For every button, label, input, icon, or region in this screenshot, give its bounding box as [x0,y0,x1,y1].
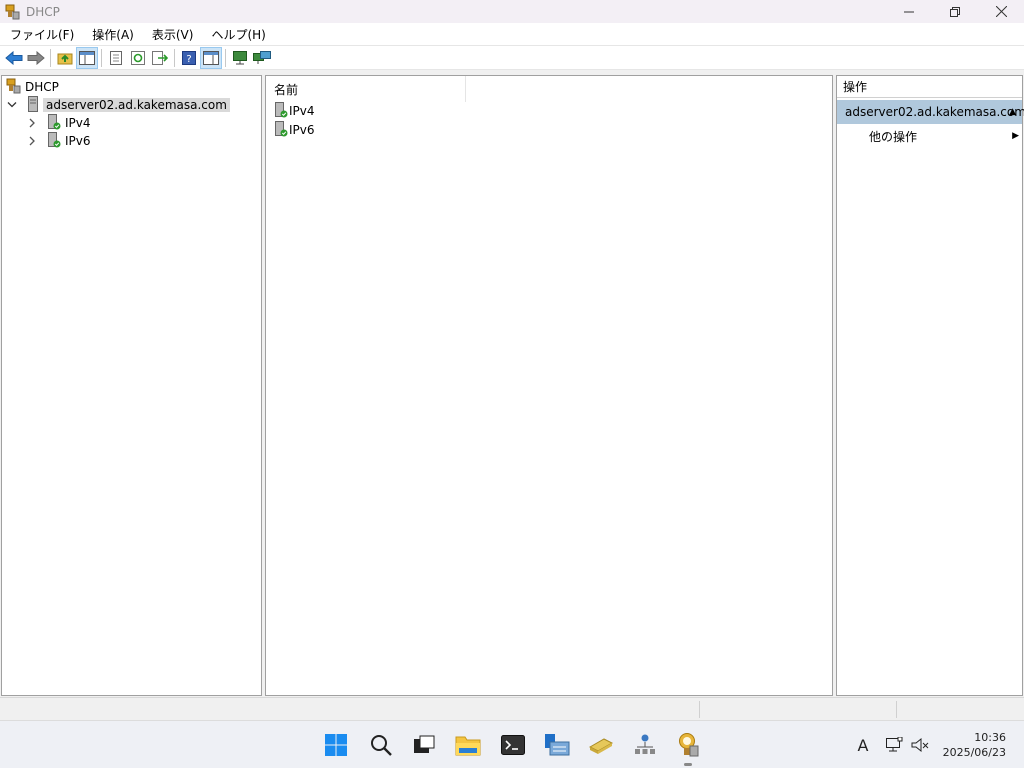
action-pane: 操作 adserver02.ad.kakemasa.com ▲ 他の操作 ▶ [836,75,1024,696]
dhcp-app-icon [4,4,20,20]
back-icon[interactable] [3,47,25,69]
menu-file[interactable]: ファイル(F) [0,26,82,43]
terminal-icon[interactable] [497,729,529,761]
list-item[interactable]: IPv4 [274,101,315,121]
clock-date: 2025/06/23 [942,746,1006,759]
network-status-icon[interactable] [884,733,904,757]
chevron-right-icon[interactable] [27,132,37,150]
title-bar: DHCP [0,0,1024,23]
close-button[interactable] [978,0,1024,23]
toolbar-separator [225,48,226,67]
column-header-label: 名前 [274,82,299,97]
list-item-label: IPv6 [289,123,315,137]
chevron-right-icon[interactable] [27,114,37,132]
refresh-icon[interactable] [127,47,149,69]
menu-bar: ファイル(F) 操作(A) 表示(V) ヘルプ(H) [0,23,1024,45]
toolbar-separator [174,48,175,67]
file-explorer-icon[interactable] [452,729,484,761]
result-list-pane[interactable]: 名前 IPv4 IPv6 [265,75,833,696]
search-icon[interactable] [365,729,397,761]
clock-time: 10:36 [974,731,1006,744]
tree-root-dhcp[interactable]: DHCP [5,78,59,96]
ime-indicator[interactable]: A [854,733,872,757]
menu-help[interactable]: ヘルプ(H) [201,26,273,43]
export-list-icon[interactable] [149,47,171,69]
tree-item-server[interactable]: adserver02.ad.kakemasa.com [7,95,230,115]
more-actions-label: 他の操作 [869,129,918,144]
menu-action[interactable]: 操作(A) [82,26,142,43]
clock[interactable]: 10:36 2025/06/23 [943,730,1006,760]
submenu-arrow-icon: ▶ [1012,131,1019,141]
console-tree-pane[interactable]: DHCP adserver02.ad.kakemasa.com IPv4 IPv… [1,75,262,696]
taskbar: A 10:36 2025/06/23 [0,720,1024,768]
dhcp-icon [5,78,21,97]
toolbar-separator [50,48,51,67]
up-folder-icon[interactable] [54,47,76,69]
minimize-button[interactable] [886,0,932,23]
menu-view[interactable]: 表示(V) [142,26,202,43]
tree-item-ipv4[interactable]: IPv4 [27,113,91,133]
window-title: DHCP [26,4,60,19]
show-hide-action-pane-icon[interactable] [200,46,222,69]
more-actions-item[interactable]: 他の操作 ▶ [869,126,1019,146]
ipv6-scope-icon [47,131,61,151]
action-section-server[interactable]: adserver02.ad.kakemasa.com ▲ [837,100,1024,124]
action-header-label: 操作 [843,80,868,94]
properties-icon[interactable] [105,47,127,69]
ipv6-scope-icon [274,120,288,140]
tree-server-label: adserver02.ad.kakemasa.com [43,98,230,112]
action-pane-header: 操作 [837,76,1022,98]
list-item[interactable]: IPv6 [274,120,315,140]
status-divider [699,701,700,718]
network-icon[interactable] [629,729,661,761]
server-manager-icon[interactable] [541,729,573,761]
monitor-icon[interactable] [229,47,251,69]
tree-ipv6-label: IPv6 [65,134,91,148]
show-hide-console-tree-icon[interactable] [76,46,98,69]
forward-icon[interactable] [25,47,47,69]
column-header-name[interactable]: 名前 [266,76,466,102]
volume-muted-icon[interactable] [910,733,930,757]
action-section-label: adserver02.ad.kakemasa.com [845,105,1024,119]
list-item-label: IPv4 [289,104,315,118]
status-bar [0,697,1024,720]
dhcp-taskbar-icon[interactable] [672,729,704,766]
help-icon[interactable]: ? [178,47,200,69]
toolbar: ? [0,45,1024,70]
status-divider [896,701,897,718]
server-icon [27,95,39,115]
restore-button[interactable] [932,0,978,23]
ipv4-scope-icon [47,113,61,133]
task-view-icon[interactable] [408,729,440,761]
toolbar-separator [101,48,102,67]
tree-item-ipv6[interactable]: IPv6 [27,131,91,151]
svg-text:?: ? [186,54,191,65]
chevron-down-icon[interactable] [7,96,17,114]
ipv4-scope-icon [274,101,288,121]
collapse-triangle-icon[interactable]: ▲ [1009,107,1016,117]
tree-root-label: DHCP [25,80,59,94]
monitors-icon[interactable] [251,47,273,69]
ad-users-icon[interactable] [585,729,617,761]
tree-ipv4-label: IPv4 [65,116,91,130]
running-indicator [684,763,692,766]
start-button[interactable] [320,729,352,761]
